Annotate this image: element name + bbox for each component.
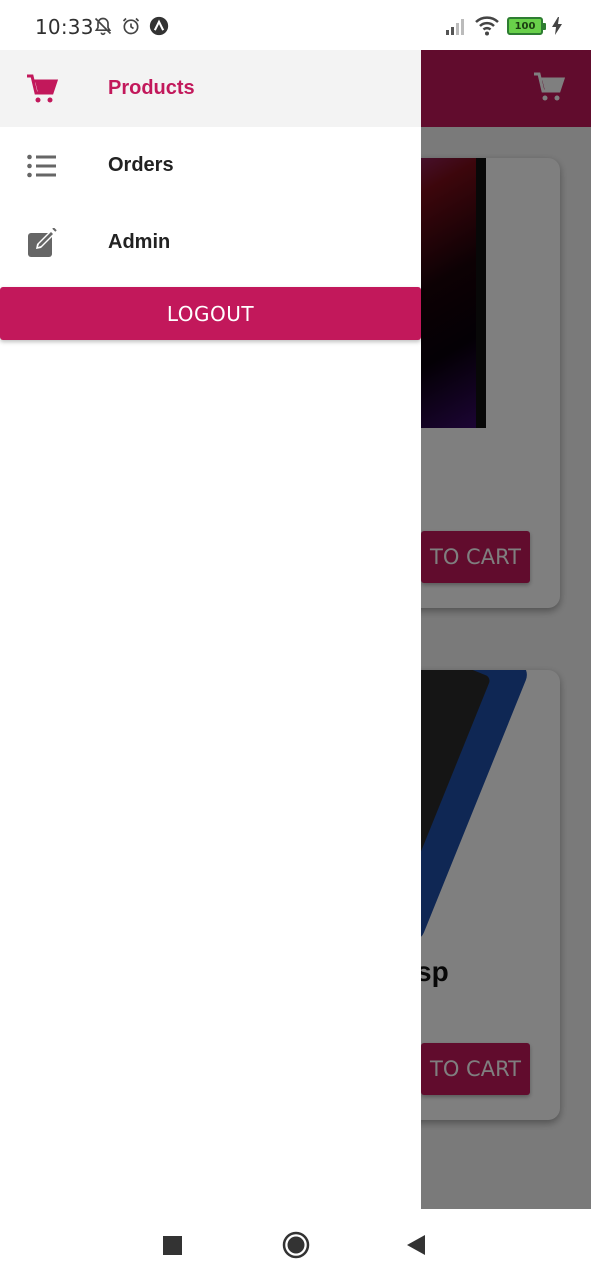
signal-icon (446, 19, 464, 35)
app-notification-icon (149, 16, 169, 36)
charging-icon (552, 17, 562, 35)
status-bar: 10:33 100 (0, 0, 591, 50)
alarm-icon (122, 17, 140, 35)
cart-icon (27, 74, 58, 103)
status-time: 10:33 (35, 15, 94, 39)
drawer-item-products[interactable]: Products (0, 50, 421, 127)
wifi-icon (475, 16, 499, 36)
list-icon (27, 154, 56, 178)
notifications-off-icon (94, 17, 112, 36)
drawer-item-label: Admin (108, 231, 171, 253)
edit-icon (28, 228, 57, 257)
drawer-item-label: Products (108, 77, 195, 99)
drawer-item-orders[interactable]: Orders (0, 127, 421, 204)
status-icons-right: 100 (445, 16, 563, 36)
home-icon[interactable] (282, 1231, 310, 1259)
logout-button[interactable]: LOGOUT (0, 287, 421, 340)
drawer-item-admin[interactable]: Admin (0, 204, 421, 281)
navigation-drawer: Products Orders Admin LOGOUT (0, 50, 421, 1209)
recents-icon[interactable] (163, 1236, 182, 1255)
back-icon[interactable] (406, 1234, 426, 1256)
battery-icon: 100 (507, 17, 546, 35)
drawer-item-label: Orders (108, 154, 174, 176)
system-nav-bar (0, 1209, 591, 1280)
battery-level: 100 (514, 20, 536, 32)
status-icons-left (93, 16, 169, 36)
